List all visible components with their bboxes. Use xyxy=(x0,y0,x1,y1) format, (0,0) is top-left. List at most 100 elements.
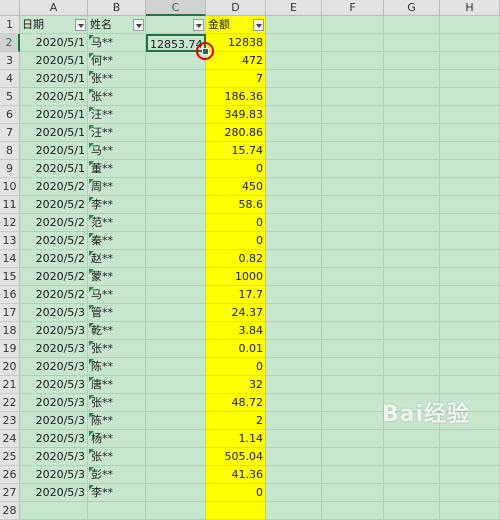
cell-f18[interactable] xyxy=(322,322,384,340)
cell-e7[interactable] xyxy=(266,124,322,142)
cell-d22[interactable]: 48.72 xyxy=(206,394,266,412)
row-header-7[interactable]: 7 xyxy=(0,124,20,142)
cell-a18[interactable]: 2020/5/3 xyxy=(20,322,88,340)
cell-b7[interactable]: 汪** xyxy=(88,124,146,142)
cell-e6[interactable] xyxy=(266,106,322,124)
cell-c27[interactable] xyxy=(146,484,206,502)
cell-d10[interactable]: 450 xyxy=(206,178,266,196)
cell-e10[interactable] xyxy=(266,178,322,196)
cell-c22[interactable] xyxy=(146,394,206,412)
cell-e4[interactable] xyxy=(266,70,322,88)
cell-h7[interactable] xyxy=(440,124,500,142)
cell-h9[interactable] xyxy=(440,160,500,178)
cell-d15[interactable]: 1000 xyxy=(206,268,266,286)
cell-h3[interactable] xyxy=(440,52,500,70)
filter-dropdown-icon-c[interactable] xyxy=(193,19,204,31)
cell-h25[interactable] xyxy=(440,448,500,466)
cell-c7[interactable] xyxy=(146,124,206,142)
cell-a16[interactable]: 2020/5/2 xyxy=(20,286,88,304)
cell-a24[interactable]: 2020/5/3 xyxy=(20,430,88,448)
cell-f15[interactable] xyxy=(322,268,384,286)
column-header-f[interactable]: F xyxy=(322,0,384,16)
cell-f20[interactable] xyxy=(322,358,384,376)
cell-b5[interactable]: 张** xyxy=(88,88,146,106)
cell-b24[interactable]: 杨** xyxy=(88,430,146,448)
cell-d12[interactable]: 0 xyxy=(206,214,266,232)
cell-f11[interactable] xyxy=(322,196,384,214)
cell-c8[interactable] xyxy=(146,142,206,160)
cell-a27[interactable]: 2020/5/3 xyxy=(20,484,88,502)
cell-b15[interactable]: 蒙** xyxy=(88,268,146,286)
cell-f25[interactable] xyxy=(322,448,384,466)
cell-c17[interactable] xyxy=(146,304,206,322)
row-header-1[interactable]: 1 xyxy=(0,16,20,34)
cell-e27[interactable] xyxy=(266,484,322,502)
cell-f4[interactable] xyxy=(322,70,384,88)
cell-g9[interactable] xyxy=(384,160,440,178)
row-header-5[interactable]: 5 xyxy=(0,88,20,106)
cell-f19[interactable] xyxy=(322,340,384,358)
cell-h17[interactable] xyxy=(440,304,500,322)
cell-h14[interactable] xyxy=(440,250,500,268)
cell-d19[interactable]: 0.01 xyxy=(206,340,266,358)
cell-g16[interactable] xyxy=(384,286,440,304)
row-header-20[interactable]: 20 xyxy=(0,358,20,376)
cell-g18[interactable] xyxy=(384,322,440,340)
cell-f13[interactable] xyxy=(322,232,384,250)
cell-h12[interactable] xyxy=(440,214,500,232)
cell-b14[interactable]: 赵** xyxy=(88,250,146,268)
cell-g10[interactable] xyxy=(384,178,440,196)
cell-a26[interactable]: 2020/5/3 xyxy=(20,466,88,484)
cell-h20[interactable] xyxy=(440,358,500,376)
cell-a20[interactable]: 2020/5/3 xyxy=(20,358,88,376)
cell-h15[interactable] xyxy=(440,268,500,286)
cell-a3[interactable]: 2020/5/1 xyxy=(20,52,88,70)
cell-a8[interactable]: 2020/5/1 xyxy=(20,142,88,160)
cell-b12[interactable]: 范** xyxy=(88,214,146,232)
cell-e24[interactable] xyxy=(266,430,322,448)
cell-c5[interactable] xyxy=(146,88,206,106)
cell-c26[interactable] xyxy=(146,466,206,484)
cell-g5[interactable] xyxy=(384,88,440,106)
row-header-13[interactable]: 13 xyxy=(0,232,20,250)
cell-b27[interactable]: 李** xyxy=(88,484,146,502)
cell-h21[interactable] xyxy=(440,376,500,394)
cell-c6[interactable] xyxy=(146,106,206,124)
cell-e15[interactable] xyxy=(266,268,322,286)
row-header-4[interactable]: 4 xyxy=(0,70,20,88)
cell-g26[interactable] xyxy=(384,466,440,484)
cell-d26[interactable]: 41.36 xyxy=(206,466,266,484)
cell-h28[interactable] xyxy=(440,502,500,520)
row-header-21[interactable]: 21 xyxy=(0,376,20,394)
cell-a5[interactable]: 2020/5/1 xyxy=(20,88,88,106)
cell-d13[interactable]: 0 xyxy=(206,232,266,250)
cell-h11[interactable] xyxy=(440,196,500,214)
cell-d11[interactable]: 58.6 xyxy=(206,196,266,214)
cell-d7[interactable]: 280.86 xyxy=(206,124,266,142)
cell-e23[interactable] xyxy=(266,412,322,430)
cell-e14[interactable] xyxy=(266,250,322,268)
cell-e25[interactable] xyxy=(266,448,322,466)
row-header-17[interactable]: 17 xyxy=(0,304,20,322)
cell-a12[interactable]: 2020/5/2 xyxy=(20,214,88,232)
cell-c21[interactable] xyxy=(146,376,206,394)
cell-e3[interactable] xyxy=(266,52,322,70)
cell-b6[interactable]: 汪** xyxy=(88,106,146,124)
cell-d27[interactable]: 0 xyxy=(206,484,266,502)
cell-b13[interactable]: 秦** xyxy=(88,232,146,250)
cell-c25[interactable] xyxy=(146,448,206,466)
cell-d20[interactable]: 0 xyxy=(206,358,266,376)
row-header-28[interactable]: 28 xyxy=(0,502,20,520)
cell-b17[interactable]: 管** xyxy=(88,304,146,322)
filter-dropdown-icon-b[interactable] xyxy=(133,19,144,31)
cell-d17[interactable]: 24.37 xyxy=(206,304,266,322)
cell-h18[interactable] xyxy=(440,322,500,340)
cell-f22[interactable] xyxy=(322,394,384,412)
cell-g13[interactable] xyxy=(384,232,440,250)
cell-a19[interactable]: 2020/5/3 xyxy=(20,340,88,358)
cell-f14[interactable] xyxy=(322,250,384,268)
cell-e5[interactable] xyxy=(266,88,322,106)
cell-h1[interactable] xyxy=(440,16,500,34)
cell-b16[interactable]: 马** xyxy=(88,286,146,304)
cell-d2[interactable]: 12838 xyxy=(206,34,266,52)
